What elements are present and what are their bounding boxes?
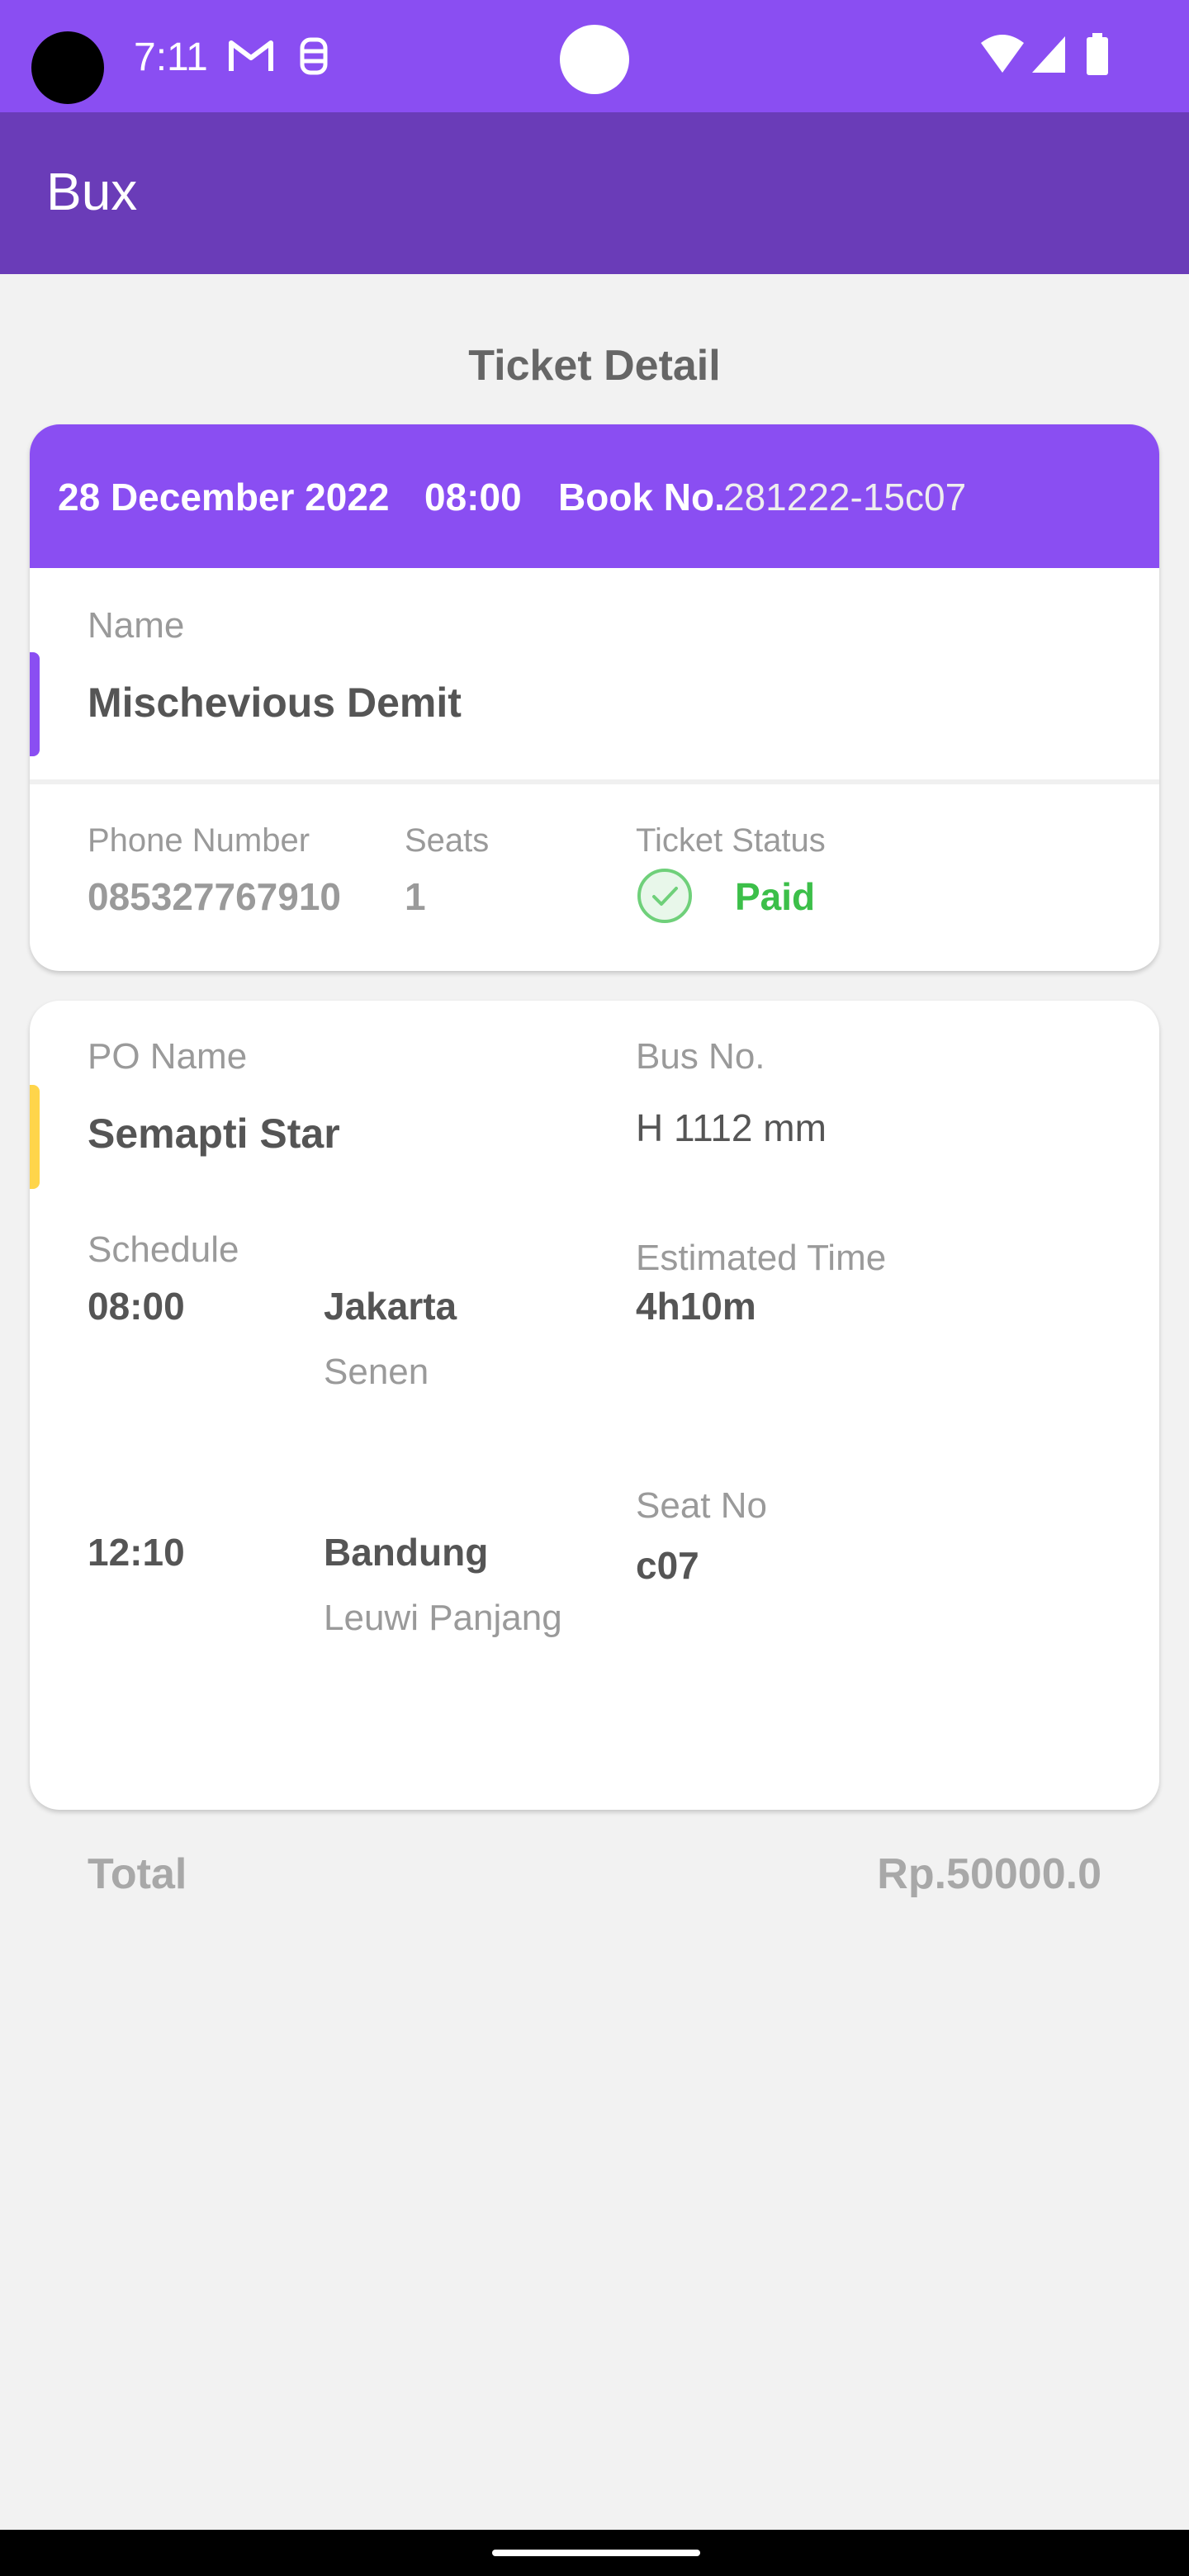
home-gesture-handle[interactable] <box>492 2550 700 2556</box>
seats-value: 1 <box>405 875 426 918</box>
departure-city: Jakarta <box>324 1285 457 1328</box>
ticket-card: 28 December 2022 08:00 Book No. 281222-1… <box>30 424 1159 971</box>
trip-card: PO Name Semapti Star Bus No. H 1112 mm S… <box>30 1001 1159 1810</box>
po-name-label: PO Name <box>88 1036 248 1077</box>
arrival-terminal: Leuwi Panjang <box>324 1598 562 1638</box>
total-value: Rp.50000.0 <box>877 1850 1101 1898</box>
seats-label: Seats <box>405 822 490 859</box>
check-circle-icon <box>637 869 692 923</box>
camera-cutout <box>31 31 104 104</box>
po-name-value: Semapti Star <box>88 1110 340 1157</box>
ticket-status-badge: Paid <box>735 875 816 918</box>
signal-icon <box>1032 36 1065 73</box>
seat-number-label: Seat No <box>636 1485 767 1526</box>
front-camera-dot <box>560 25 629 94</box>
wifi-icon <box>981 35 1024 73</box>
name-accent-bar <box>30 652 40 756</box>
gmail-icon <box>229 40 273 71</box>
departure-time: 08:00 <box>88 1285 185 1328</box>
seat-number-value: c07 <box>636 1544 699 1587</box>
schedule-label: Schedule <box>88 1229 239 1270</box>
ticket-time: 08:00 <box>424 476 522 519</box>
status-clock: 7:11 <box>134 36 208 79</box>
phone-value: 085327767910 <box>88 875 341 918</box>
phone-label: Phone Number <box>88 822 310 859</box>
departure-terminal: Senen <box>324 1352 429 1392</box>
po-accent-bar <box>30 1085 40 1189</box>
ticket-status-label: Ticket Status <box>636 822 826 859</box>
arrival-time: 12:10 <box>88 1531 185 1574</box>
passenger-name: Mischevious Demit <box>88 680 462 726</box>
bus-number-value: H 1112 mm <box>636 1106 827 1149</box>
estimated-time-value: 4h10m <box>636 1285 756 1328</box>
ticket-header: 28 December 2022 08:00 Book No. 281222-1… <box>30 424 1159 568</box>
arrival-city: Bandung <box>324 1531 489 1574</box>
name-label: Name <box>88 605 185 646</box>
battery-icon <box>1087 33 1108 75</box>
notification-icon <box>300 37 328 75</box>
bus-number-label: Bus No. <box>636 1036 765 1077</box>
page-title: Ticket Detail <box>468 342 721 390</box>
ticket-date: 28 December 2022 <box>58 476 390 519</box>
divider <box>30 779 1159 784</box>
book-number-label: Book No. <box>558 476 725 519</box>
book-number-value: 281222-15c07 <box>723 476 967 519</box>
app-title: Bux <box>46 162 138 221</box>
total-label: Total <box>88 1850 187 1898</box>
app-bar <box>0 112 1189 274</box>
estimated-time-label: Estimated Time <box>636 1238 887 1278</box>
